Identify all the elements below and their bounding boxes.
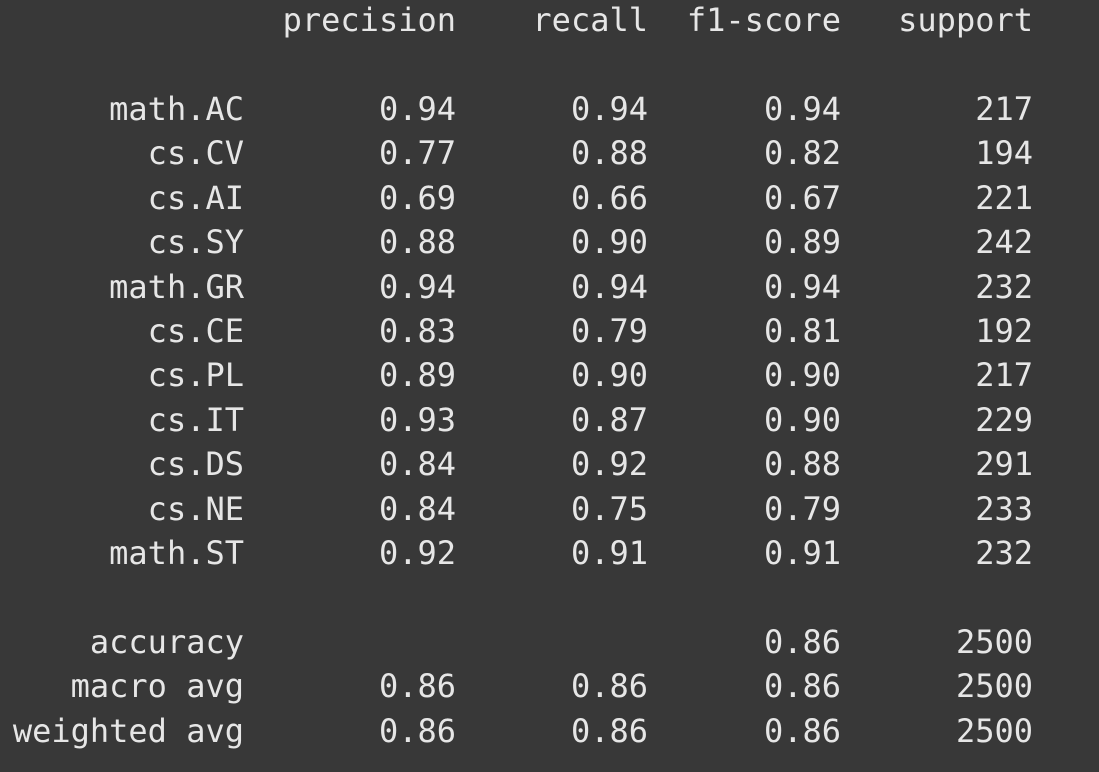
support-value: 233 [975,490,1033,528]
row-label: cs.NE [147,490,244,528]
precision-value: 0.94 [378,90,456,128]
precision-value: 0.77 [378,134,456,172]
f1-score-value: 0.90 [763,356,841,394]
classification-report: precision recall f1-score support math.A… [0,0,1099,772]
recall-value: 0.94 [570,268,648,306]
row-label: accuracy [89,623,244,661]
recall-value: 0.92 [570,445,648,483]
table-row: math.AC 0.94 0.94 0.94 217 [0,87,1099,131]
table-row: cs.CV 0.77 0.88 0.82 194 [0,131,1099,175]
row-label: math.GR [109,268,244,306]
table-row: cs.SY 0.88 0.90 0.89 242 [0,220,1099,264]
support-value: 2500 [955,667,1033,705]
support-value: 217 [975,90,1033,128]
recall-value: 0.94 [570,90,648,128]
support-value: 291 [975,445,1033,483]
recall-value: 0.86 [570,712,648,750]
recall-value: 0.86 [570,667,648,705]
row-label: cs.IT [147,401,244,439]
recall-value: 0.66 [570,179,648,217]
precision-value: 0.92 [378,534,456,572]
f1-score-value: 0.90 [763,401,841,439]
weighted-avg-row: weighted avg 0.86 0.86 0.86 2500 [0,709,1099,753]
support-value: 221 [975,179,1033,217]
header-f1-score: f1-score [686,1,841,39]
recall-value: 0.79 [570,312,648,350]
row-label: cs.PL [147,356,244,394]
table-row: math.GR 0.94 0.94 0.94 232 [0,265,1099,309]
support-value: 232 [975,268,1033,306]
row-label: cs.CE [147,312,244,350]
support-value: 2500 [955,623,1033,661]
precision-value: 0.86 [378,712,456,750]
row-label: math.AC [109,90,244,128]
row-label: cs.CV [147,134,244,172]
precision-value: 0.88 [378,223,456,261]
f1-score-value: 0.67 [763,179,841,217]
f1-score-value: 0.86 [763,712,841,750]
f1-score-value: 0.94 [763,268,841,306]
recall-value: 0.90 [570,356,648,394]
precision-value: 0.69 [378,179,456,217]
f1-score-value: 0.81 [763,312,841,350]
header-precision: precision [282,1,456,39]
recall-value: 0.91 [570,534,648,572]
table-row: cs.CE 0.83 0.79 0.81 192 [0,309,1099,353]
row-label: cs.SY [147,223,244,261]
recall-value: 0.90 [570,223,648,261]
row-label: macro avg [70,667,244,705]
recall-value: 0.75 [570,490,648,528]
precision-value: 0.83 [378,312,456,350]
f1-score-value: 0.82 [763,134,841,172]
precision-value: 0.84 [378,490,456,528]
support-value: 192 [975,312,1033,350]
precision-value: 0.93 [378,401,456,439]
f1-score-value: 0.94 [763,90,841,128]
precision-value: 0.86 [378,667,456,705]
table-row: cs.PL 0.89 0.90 0.90 217 [0,353,1099,397]
support-value: 229 [975,401,1033,439]
support-value: 194 [975,134,1033,172]
recall-value: 0.87 [570,401,648,439]
f1-score-value: 0.91 [763,534,841,572]
table-row: math.ST 0.92 0.91 0.91 232 [0,531,1099,575]
support-value: 2500 [955,712,1033,750]
precision-value: 0.84 [378,445,456,483]
f1-score-value: 0.89 [763,223,841,261]
macro-avg-row: macro avg 0.86 0.86 0.86 2500 [0,664,1099,708]
row-label: weighted avg [12,712,244,750]
support-value: 242 [975,223,1033,261]
f1-score-value: 0.86 [763,667,841,705]
table-row: cs.IT 0.93 0.87 0.90 229 [0,398,1099,442]
table-row: cs.DS 0.84 0.92 0.88 291 [0,442,1099,486]
precision-value: 0.94 [378,268,456,306]
recall-value: 0.88 [570,134,648,172]
accuracy-row: accuracy 0.86 2500 [0,620,1099,664]
row-label: math.ST [109,534,244,572]
f1-score-value: 0.88 [763,445,841,483]
precision-value: 0.89 [378,356,456,394]
header-support: support [898,1,1033,39]
header-recall: recall [532,1,648,39]
f1-score-value: 0.79 [763,490,841,528]
header-row: precision recall f1-score support [0,0,1099,42]
table-row: cs.AI 0.69 0.66 0.67 221 [0,176,1099,220]
table-row: cs.NE 0.84 0.75 0.79 233 [0,487,1099,531]
f1-score-value: 0.86 [763,623,841,661]
support-value: 232 [975,534,1033,572]
support-value: 217 [975,356,1033,394]
row-label: cs.AI [147,179,244,217]
row-label: cs.DS [147,445,244,483]
